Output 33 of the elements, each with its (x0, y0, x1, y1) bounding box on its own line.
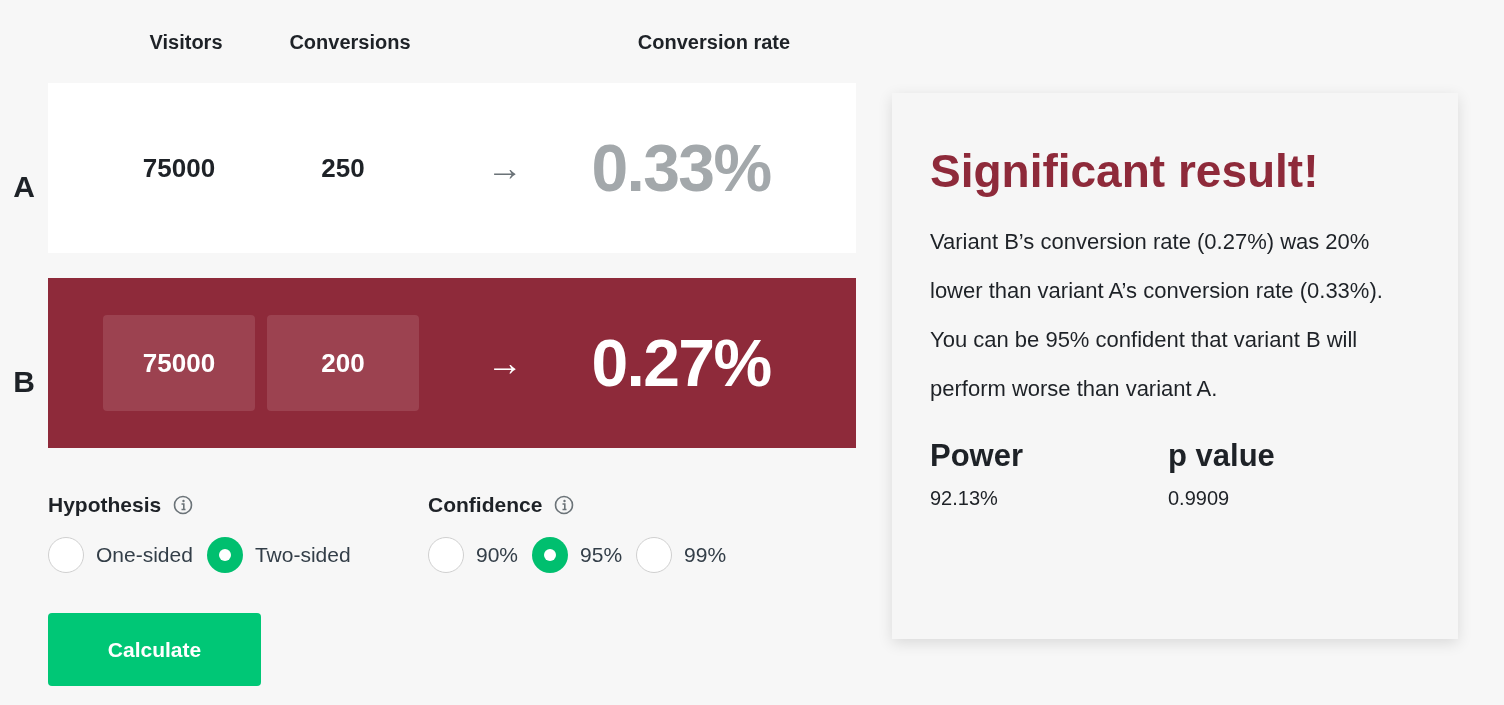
stat-label: Power (930, 436, 1025, 475)
column-header: Visitors (148, 29, 224, 55)
radio-button[interactable] (48, 537, 84, 573)
radio-label: 90% (476, 542, 519, 569)
stat-value: 92.13% (930, 486, 999, 511)
radio-button[interactable] (206, 537, 243, 573)
conversions-input[interactable]: 200 (267, 315, 419, 411)
radio-label: 99% (684, 542, 727, 569)
group-label: Hypothesis (48, 492, 162, 519)
arrow-icon: → (487, 141, 523, 195)
stat-value: 0.9909 (1168, 486, 1231, 511)
radio-button[interactable] (428, 537, 464, 573)
conversion-rate: 0.27% (590, 324, 772, 402)
radio-label: One-sided (96, 542, 193, 569)
visitors-input[interactable]: 75000 (103, 315, 255, 411)
visitors-input[interactable]: 75000 (103, 120, 255, 216)
radio-button[interactable] (636, 537, 673, 573)
column-header: Conversions (288, 29, 412, 55)
group-label: Confidence (428, 492, 543, 519)
result-title: Significant result! (930, 144, 1320, 199)
column-header: Conversion rate (636, 29, 792, 55)
radio-button[interactable] (532, 537, 569, 573)
result-description: Variant B’s conversion rate (0.27%) was 20% lower than variant A’s conversion rate (0.33%). You can be 95% confident that variant B will perform worse than variant A. (930, 227, 1384, 403)
info-icon[interactable] (173, 495, 194, 515)
variant-label: A (12, 168, 36, 205)
info-icon[interactable] (554, 495, 575, 515)
conversions-input[interactable]: 250 (267, 120, 419, 216)
radio-label: 95% (580, 542, 623, 569)
radio-label: Two-sided (254, 542, 351, 569)
stat-label: p value (1168, 436, 1276, 475)
conversion-rate: 0.33% (590, 129, 772, 207)
variant-label: B (12, 363, 36, 400)
arrow-icon: → (487, 336, 523, 390)
